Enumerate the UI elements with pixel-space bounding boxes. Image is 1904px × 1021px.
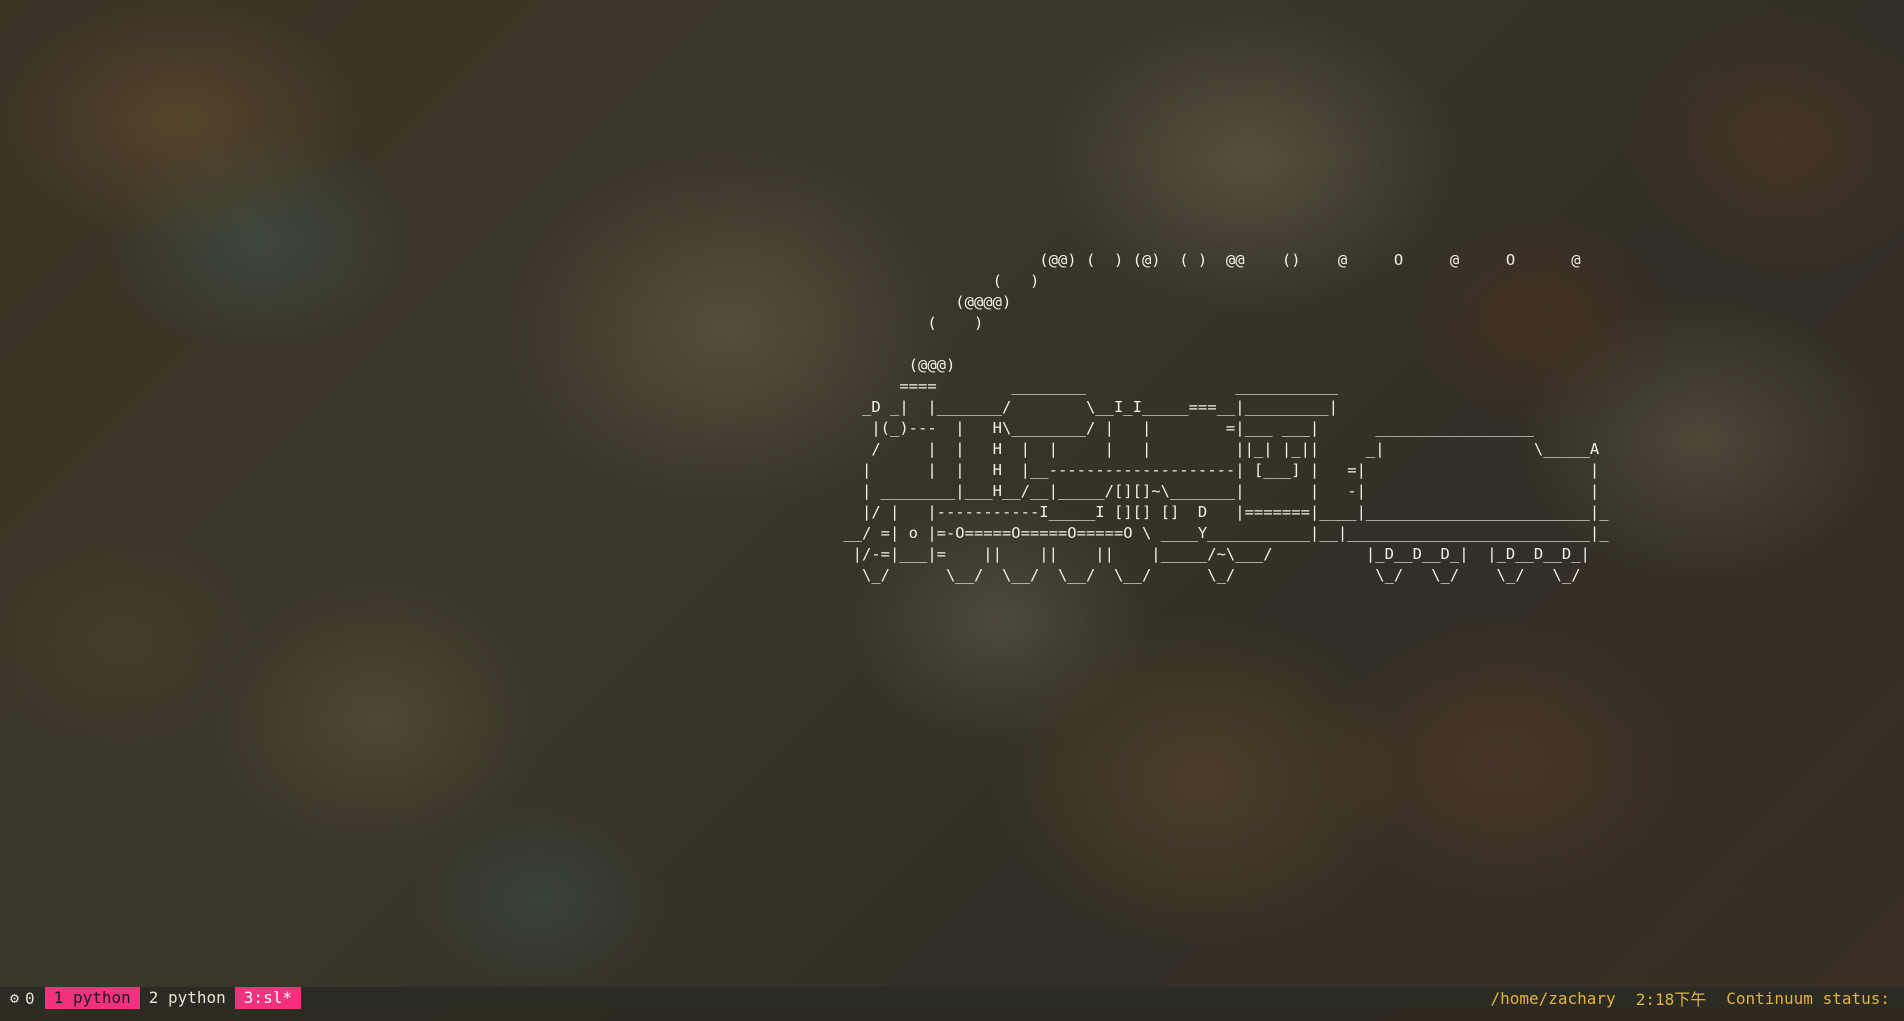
- sl-art-line: ==== ________ ___________: [806, 377, 1338, 395]
- sl-art-line: __/ =| o |=-O=====O=====O=====O \ ____Y_…: [806, 524, 1609, 542]
- tmux-status-bar: ⚙ 0 1 python 2 python 3:sl* /home/zachar…: [0, 987, 1904, 1009]
- sl-art-line: \_/ \__/ \__/ \__/ \__/ \_/ \_/ \_/ \_/ …: [806, 566, 1581, 584]
- sl-art-line: (@@@@): [806, 293, 1012, 311]
- steam-locomotive-ascii-art: (@@) ( ) (@) ( ) @@ () @ O @ O @ ( ) (@@…: [806, 250, 1609, 586]
- session-indicator[interactable]: ⚙ 0: [0, 989, 45, 1008]
- terminal-pane[interactable]: (@@) ( ) (@) ( ) @@ () @ O @ O @ ( ) (@@…: [0, 0, 1904, 988]
- window-tab-2-python[interactable]: 2 python: [140, 987, 235, 1009]
- sl-art-line: |/-=|___|= || || || |_____/~\___/ |_D__D…: [806, 545, 1590, 563]
- sl-art-line: |(_)--- | H\________/ | | =|___ ___| ___…: [806, 419, 1534, 437]
- window-tab-3-sl[interactable]: 3:sl*: [234, 987, 301, 1009]
- sl-art-line: |/ | |-----------I_____I [][] [] D |====…: [806, 503, 1609, 521]
- sl-art-line: ( ): [806, 314, 984, 332]
- window-tab-1-python[interactable]: 1 python: [44, 987, 140, 1009]
- gear-icon: ⚙: [10, 989, 20, 1007]
- status-bar-bottom-strip: [0, 1009, 1904, 1021]
- sl-art-line: (@@) ( ) (@) ( ) @@ () @ O @ O @: [806, 251, 1581, 269]
- sl-art-line: | | | H |__--------------------| [___] |…: [806, 461, 1600, 479]
- sl-art-line: ( ): [806, 272, 1040, 290]
- sl-art-line: _D _| |_______/ \__I_I_____===__|_______…: [806, 398, 1338, 416]
- sl-art-line: | ________|___H__/__|_____/[][]~\_______…: [806, 482, 1600, 500]
- sl-art-line: / | | H | | | | ||_| |_|| _| \_____A: [806, 440, 1600, 458]
- session-index: 0: [25, 988, 35, 1008]
- continuum-status: Continuum status:: [1726, 988, 1890, 1008]
- status-right-section: /home/zachary 2:18下午 Continuum status:: [1470, 986, 1904, 1010]
- clock-time: 2:18下午: [1635, 990, 1707, 1009]
- sl-art-line: (@@@): [806, 356, 956, 374]
- current-path: /home/zachary: [1490, 988, 1616, 1008]
- sl-art-line: [806, 334, 1609, 355]
